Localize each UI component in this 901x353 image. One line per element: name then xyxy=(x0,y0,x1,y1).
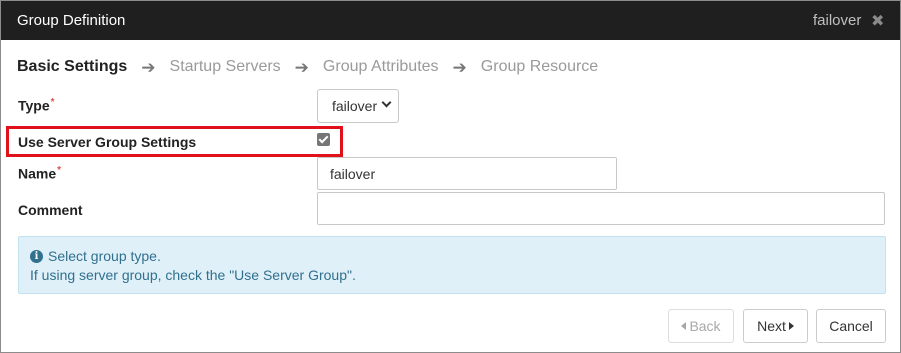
comment-label: Comment xyxy=(18,202,83,218)
type-select-value: failover xyxy=(332,98,378,114)
group-definition-dialog: Group Definition failover ✖ Basic Settin… xyxy=(0,0,901,353)
cancel-button-label: Cancel xyxy=(829,318,873,334)
step-startup-servers: Startup Servers xyxy=(169,58,281,75)
name-input[interactable] xyxy=(317,157,617,190)
type-label: Type* xyxy=(18,97,55,114)
info-alert: i Select group type. If using server gro… xyxy=(18,236,886,294)
cancel-button[interactable]: Cancel xyxy=(816,309,886,343)
dialog-titlebar: Group Definition failover ✖ xyxy=(1,1,900,40)
step-group-attributes: Group Attributes xyxy=(322,58,439,75)
required-marker: * xyxy=(57,165,62,176)
name-label-text: Name xyxy=(18,165,57,182)
dialog-title: Group Definition xyxy=(17,12,126,29)
type-label-text: Type xyxy=(18,97,50,114)
wizard-steps: Basic Settings ➔ Startup Servers ➔ Group… xyxy=(17,57,598,77)
type-select[interactable]: failover xyxy=(317,89,399,123)
close-icon[interactable]: ✖ xyxy=(871,11,884,31)
info-icon: i xyxy=(30,249,43,263)
arrow-right-icon: ➔ xyxy=(294,57,309,77)
required-marker: * xyxy=(50,97,55,108)
back-button[interactable]: Back xyxy=(668,309,734,343)
info-line-1: i Select group type. xyxy=(30,248,161,264)
caret-left-icon xyxy=(681,322,687,330)
step-basic-settings: Basic Settings xyxy=(17,58,128,75)
next-button[interactable]: Next xyxy=(743,309,808,343)
step-group-resource: Group Resource xyxy=(480,58,599,75)
arrow-right-icon: ➔ xyxy=(452,57,467,77)
highlight-box xyxy=(6,126,343,157)
chevron-down-icon xyxy=(381,97,392,108)
comment-input[interactable] xyxy=(317,192,885,225)
group-name-label: failover xyxy=(813,12,862,29)
arrow-right-icon: ➔ xyxy=(141,57,156,77)
back-button-label: Back xyxy=(689,318,721,334)
name-label: Name* xyxy=(18,165,61,182)
caret-right-icon xyxy=(788,322,794,330)
info-text-2: If using server group, check the "Use Se… xyxy=(30,267,356,283)
info-text-1: Select group type. xyxy=(48,248,161,264)
next-button-label: Next xyxy=(757,318,786,334)
